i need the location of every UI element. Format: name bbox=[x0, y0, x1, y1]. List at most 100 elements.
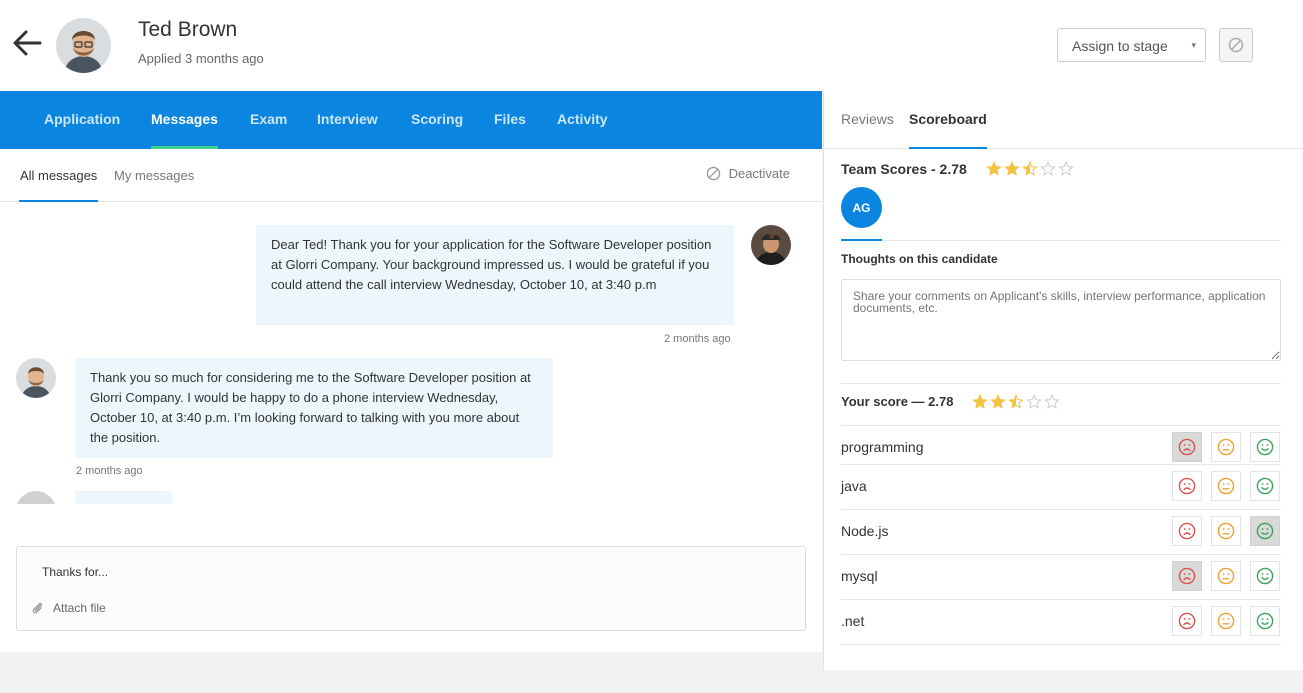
candidate-message-avatar bbox=[16, 358, 56, 398]
message-filter-tabs: All messages My messages Deactivate bbox=[0, 149, 822, 202]
neutral-score-button[interactable] bbox=[1211, 606, 1241, 636]
reviewer-divider bbox=[841, 240, 1281, 241]
sad-face-icon bbox=[1178, 612, 1196, 630]
recruiter-avatar: SF bbox=[751, 225, 791, 265]
sad-score-button[interactable] bbox=[1172, 561, 1202, 591]
happy-face-icon bbox=[1256, 477, 1274, 495]
star-icon bbox=[1044, 394, 1060, 409]
candidate-tabs: Application Messages Exam Interview Scor… bbox=[0, 91, 822, 149]
happy-score-button[interactable] bbox=[1250, 561, 1280, 591]
assign-stage-select[interactable]: Assign to stage ▾ bbox=[1057, 28, 1206, 62]
reviewer-avatar-ag[interactable]: AG bbox=[841, 187, 882, 228]
happy-score-button[interactable] bbox=[1250, 606, 1280, 636]
skill-row: mysql bbox=[841, 554, 1281, 599]
message-timestamp: 2 months ago bbox=[76, 465, 143, 477]
tab-reviews[interactable]: Reviews bbox=[841, 111, 894, 149]
star-icon bbox=[1026, 394, 1042, 409]
assign-stage-label: Assign to stage bbox=[1072, 38, 1168, 54]
deactivate-button[interactable]: Deactivate bbox=[706, 166, 790, 181]
thoughts-textarea[interactable] bbox=[841, 279, 1281, 361]
neutral-face-icon bbox=[1217, 567, 1235, 585]
message-bubble-partial bbox=[75, 491, 173, 504]
neutral-face-icon bbox=[1217, 438, 1235, 456]
team-star-rating bbox=[986, 161, 1074, 177]
skill-name: mysql bbox=[841, 568, 878, 584]
message-bubble-recruiter: Dear Ted! Thank you for your application… bbox=[256, 225, 734, 325]
star-icon bbox=[986, 161, 1002, 176]
candidate-avatar bbox=[56, 18, 111, 73]
scoreboard-pane: Reviews Scoreboard Team Scores - 2.78 AG… bbox=[823, 91, 1303, 670]
section-divider bbox=[841, 383, 1281, 384]
message-thread[interactable]: Dear Ted! Thank you for your application… bbox=[0, 203, 822, 504]
candidate-name: Ted Brown bbox=[138, 18, 238, 41]
paperclip-icon bbox=[32, 602, 43, 614]
neutral-score-button[interactable] bbox=[1211, 471, 1241, 501]
skill-row: Node.js bbox=[841, 509, 1281, 554]
block-icon bbox=[706, 166, 720, 181]
applied-date: Applied 3 months ago bbox=[138, 51, 264, 66]
happy-score-button[interactable] bbox=[1250, 516, 1280, 546]
tab-files[interactable]: Files bbox=[494, 111, 526, 149]
team-scores-title: Team Scores - 2.78 bbox=[841, 161, 967, 177]
thoughts-label: Thoughts on this candidate bbox=[841, 252, 998, 266]
neutral-score-button[interactable] bbox=[1211, 516, 1241, 546]
sad-score-button[interactable] bbox=[1172, 516, 1202, 546]
happy-score-button[interactable] bbox=[1250, 432, 1280, 462]
message-timestamp: 2 months ago bbox=[664, 333, 731, 345]
star-icon bbox=[1022, 161, 1038, 176]
star-icon bbox=[1058, 161, 1074, 176]
star-icon bbox=[972, 394, 988, 409]
neutral-face-icon bbox=[1217, 477, 1235, 495]
happy-score-button[interactable] bbox=[1250, 471, 1280, 501]
message-input[interactable]: Thanks for... bbox=[42, 565, 108, 579]
skill-row: java bbox=[841, 464, 1281, 509]
neutral-score-button[interactable] bbox=[1211, 561, 1241, 591]
happy-face-icon bbox=[1256, 522, 1274, 540]
reviewer-active-indicator bbox=[841, 239, 882, 241]
tab-exam[interactable]: Exam bbox=[250, 111, 287, 149]
happy-face-icon bbox=[1256, 612, 1274, 630]
star-icon bbox=[1008, 394, 1024, 409]
happy-face-icon bbox=[1256, 567, 1274, 585]
neutral-face-icon bbox=[1217, 522, 1235, 540]
chevron-down-icon: ▾ bbox=[1191, 40, 1196, 50]
your-score-title: Your score — 2.78 bbox=[841, 394, 954, 409]
attach-file-button[interactable]: Attach file bbox=[31, 601, 106, 615]
neutral-score-button[interactable] bbox=[1211, 432, 1241, 462]
tab-my-messages[interactable]: My messages bbox=[114, 168, 194, 202]
disqualify-button[interactable] bbox=[1219, 28, 1253, 62]
attach-file-label: Attach file bbox=[53, 601, 106, 615]
star-icon bbox=[990, 394, 1006, 409]
skill-row: .net bbox=[841, 599, 1281, 644]
skill-row-partial bbox=[841, 644, 1281, 670]
sad-face-icon bbox=[1178, 522, 1196, 540]
sad-score-button[interactable] bbox=[1172, 471, 1202, 501]
tab-messages[interactable]: Messages bbox=[151, 111, 218, 149]
sad-score-button[interactable] bbox=[1172, 606, 1202, 636]
deactivate-label: Deactivate bbox=[728, 166, 790, 181]
svg-text:SF: SF bbox=[769, 234, 775, 240]
sad-score-button[interactable] bbox=[1172, 432, 1202, 462]
review-tabs: Reviews Scoreboard bbox=[824, 91, 1303, 149]
skill-name: programming bbox=[841, 439, 924, 455]
skill-name: Node.js bbox=[841, 523, 889, 539]
neutral-face-icon bbox=[1217, 612, 1235, 630]
block-icon bbox=[1228, 37, 1244, 53]
star-icon bbox=[1004, 161, 1020, 176]
messages-pane: Application Messages Exam Interview Scor… bbox=[0, 91, 822, 652]
tab-activity[interactable]: Activity bbox=[557, 111, 608, 149]
tab-scoreboard[interactable]: Scoreboard bbox=[909, 111, 987, 149]
sad-face-icon bbox=[1178, 567, 1196, 585]
star-icon bbox=[1040, 161, 1056, 176]
happy-face-icon bbox=[1256, 438, 1274, 456]
sad-face-icon bbox=[1178, 438, 1196, 456]
tab-scoring[interactable]: Scoring bbox=[411, 111, 463, 149]
message-composer[interactable]: Thanks for... Attach file bbox=[16, 546, 806, 631]
tab-interview[interactable]: Interview bbox=[317, 111, 378, 149]
back-arrow-icon[interactable] bbox=[10, 26, 44, 60]
your-star-rating[interactable] bbox=[972, 394, 1060, 410]
candidate-header: Ted Brown Applied 3 months ago Assign to… bbox=[0, 0, 1303, 91]
avatar-placeholder bbox=[16, 491, 56, 504]
tab-all-messages[interactable]: All messages bbox=[18, 168, 99, 202]
tab-application[interactable]: Application bbox=[44, 111, 120, 149]
